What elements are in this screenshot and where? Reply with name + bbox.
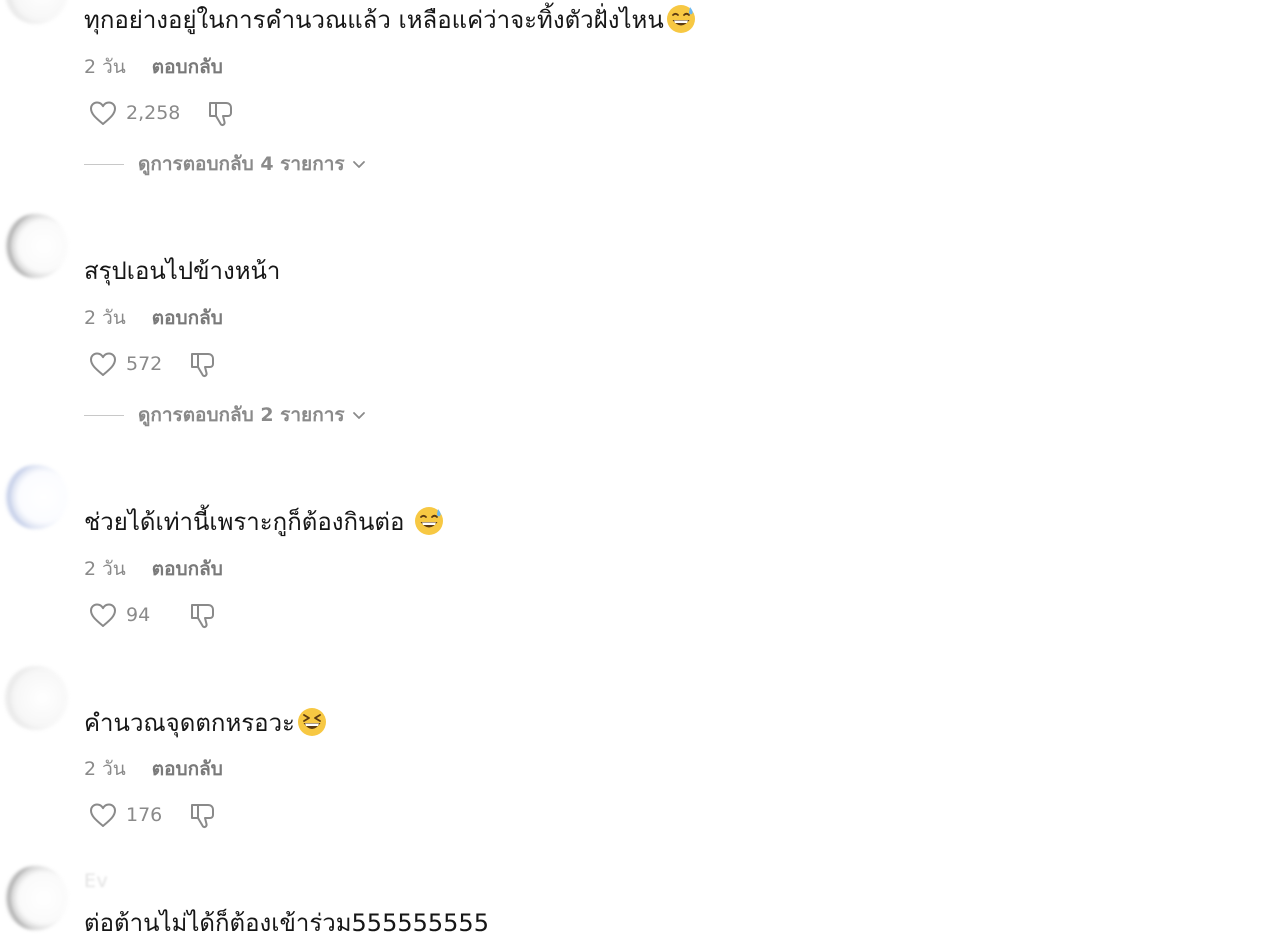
avatar[interactable] [4,465,68,529]
like-count: 572 [126,353,163,375]
comment-time: 2 วัน [84,558,126,580]
like-count: 176 [126,804,163,826]
avatar[interactable] [4,666,68,730]
avatar[interactable] [4,214,68,278]
comment-actions: 2,258 [88,97,236,129]
avatar[interactable] [4,0,68,24]
heart-outline-icon[interactable] [88,349,118,379]
comment-text: ทุกอย่างอยู่ในการคำนวณแล้ว เหลือแค่ว่าจะ… [84,4,696,36]
reply-button[interactable]: ตอบกลับ [152,758,223,780]
comment-meta: 2 วัน ตอบกลับ [84,52,223,82]
comment-text: ช่วยได้เท่านี้เพราะกูก็ต้องกินต่อ [84,506,444,538]
like-count: 94 [126,604,151,626]
thumbs-down-icon[interactable] [188,800,218,830]
view-replies-label: ดูการตอบกลับ 2 รายการ [138,404,345,426]
like-count: 2,258 [126,102,181,124]
chevron-down-icon [352,412,365,419]
reply-button[interactable]: ตอบกลับ [152,558,223,580]
comment-actions: 94 [88,599,218,631]
chevron-down-icon [352,161,365,168]
comment-actions: 176 [88,799,218,831]
view-replies-button[interactable]: ดูการตอบกลับ 4 รายการ [84,152,367,176]
comment-list: ทุกอย่างอยู่ในการคำนวณแล้ว เหลือแค่ว่าจะ… [0,0,1280,952]
thumbs-down-icon[interactable] [188,600,218,630]
username[interactable]: Ev [84,870,108,892]
comment-time: 2 วัน [84,56,126,78]
thumbs-down-icon[interactable] [206,98,236,128]
thumbs-down-icon[interactable] [188,349,218,379]
grinning-sweat-emoji [415,507,444,535]
divider-line [84,163,124,165]
reply-button[interactable]: ตอบกลับ [152,307,223,329]
comment-text: ต่อต้านไม่ได้ก็ต้องเข้าร่วม555555555 [84,909,489,937]
comment-text: สรุปเอนไปข้างหน้า [84,257,281,285]
divider-line [84,414,124,416]
comment-time: 2 วัน [84,307,126,329]
laughing-squint-emoji [297,708,326,736]
view-replies-button[interactable]: ดูการตอบกลับ 2 รายการ [84,403,367,427]
comment-meta: 2 วัน ตอบกลับ [84,554,223,584]
comment-actions: 572 [88,348,218,380]
comment-meta: 2 วัน ตอบกลับ [84,303,223,333]
avatar[interactable] [4,866,68,930]
grinning-sweat-emoji [666,5,695,33]
heart-outline-icon[interactable] [88,98,118,128]
comment-meta: 2 วัน ตอบกลับ [84,754,223,784]
comment-text: คำนวณจุดตกหรอวะ [84,707,327,739]
comment-time: 2 วัน [84,758,126,780]
reply-button[interactable]: ตอบกลับ [152,56,223,78]
heart-outline-icon[interactable] [88,800,118,830]
heart-outline-icon[interactable] [88,600,118,630]
view-replies-label: ดูการตอบกลับ 4 รายการ [138,153,345,175]
